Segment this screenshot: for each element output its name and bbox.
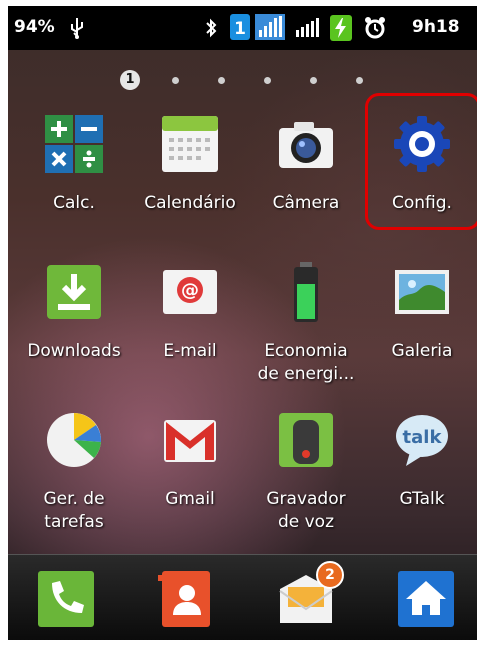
signal-icon <box>295 18 321 42</box>
app-label: Calendário <box>144 193 236 213</box>
page-dot[interactable] <box>218 77 225 84</box>
task-manager-icon <box>44 410 104 470</box>
download-icon <box>44 262 104 322</box>
page-dot[interactable] <box>264 77 271 84</box>
messaging-icon[interactable]: 2 <box>276 561 344 629</box>
svg-text:1: 1 <box>234 19 246 39</box>
calculator-icon <box>44 114 104 174</box>
app-label: Galeria <box>391 341 453 361</box>
contacts-icon[interactable] <box>156 569 216 629</box>
clock: 9h18 <box>412 17 460 37</box>
gtalk-icon: talk <box>392 410 452 470</box>
battery-icon <box>330 15 352 45</box>
signal-icon <box>255 14 285 44</box>
usb-icon <box>68 16 86 44</box>
current-page-badge: 1 <box>120 70 140 90</box>
bluetooth-icon <box>204 16 218 44</box>
page-dot[interactable] <box>310 77 317 84</box>
unread-badge: 2 <box>316 561 344 589</box>
svg-text:talk: talk <box>403 427 443 448</box>
power-saving-icon <box>276 262 336 322</box>
home-icon[interactable] <box>396 569 456 629</box>
status-bar[interactable]: 94% 1 9h18 <box>8 6 477 50</box>
app-label: GTalk <box>399 489 445 509</box>
calendar-icon <box>160 114 220 174</box>
app-label: Downloads <box>27 341 121 361</box>
app-label: Calc. <box>53 193 95 213</box>
dock: 2 <box>8 554 477 640</box>
app-label: Câmera <box>272 193 340 213</box>
gmail-icon <box>160 410 220 470</box>
camera-icon <box>276 114 336 174</box>
app-label: E-mail <box>163 341 217 361</box>
app-label-line1: Economia <box>264 341 348 361</box>
highlight-box <box>365 93 477 230</box>
home-screen: 94% 1 9h18 1 Calc. Calendário Câmera Con… <box>8 6 477 640</box>
app-label-line1: Gravador <box>266 489 346 509</box>
app-label-line2: de energi... <box>257 364 355 384</box>
app-label-line2: tarefas <box>44 512 104 532</box>
page-dot[interactable] <box>356 77 363 84</box>
email-icon: @ <box>160 262 220 322</box>
phone-icon[interactable] <box>36 569 96 629</box>
page-indicator[interactable]: 1 <box>8 70 477 90</box>
gallery-icon <box>392 262 452 322</box>
app-label-line1: Ger. de <box>43 489 105 509</box>
battery-percent: 94% <box>14 17 55 37</box>
voice-recorder-icon <box>276 410 336 470</box>
app-label: Gmail <box>165 489 215 509</box>
page-dot[interactable] <box>172 77 179 84</box>
svg-text:@: @ <box>181 280 199 301</box>
app-label-line2: de voz <box>277 512 335 532</box>
sim-icon: 1 <box>230 14 250 44</box>
alarm-icon <box>364 16 386 44</box>
